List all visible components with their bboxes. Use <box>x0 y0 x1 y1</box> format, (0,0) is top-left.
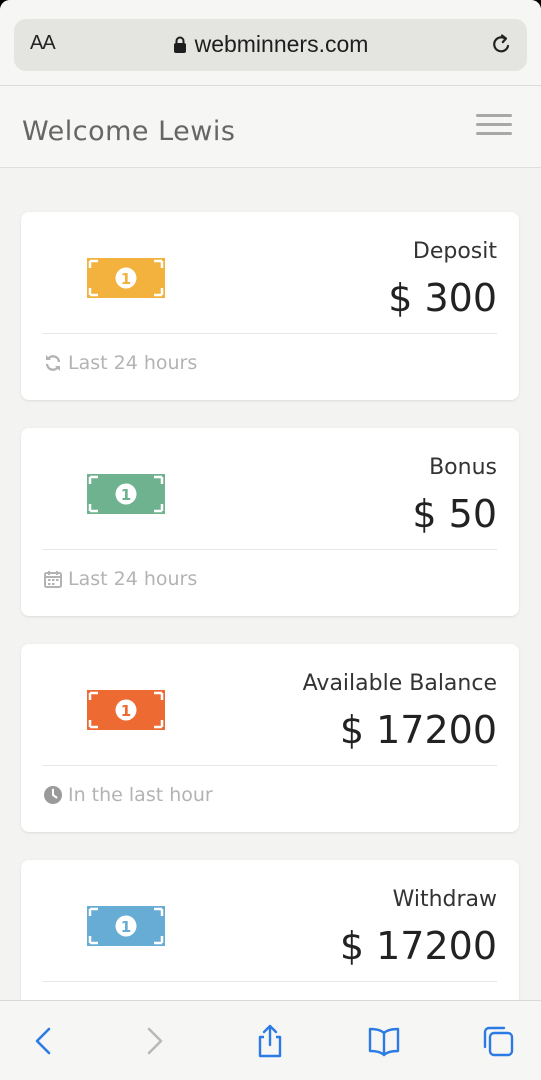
divider <box>43 333 497 334</box>
available-balance-card: 1 Available Balance $ 17200 In the last … <box>21 644 519 832</box>
money-bill-icon: 1 <box>87 474 165 514</box>
svg-text:1: 1 <box>121 270 131 288</box>
card-footer: Last 24 hours <box>43 568 197 590</box>
bonus-card: 1 Bonus $ 50 Last 24 hours <box>21 428 519 616</box>
divider <box>43 981 497 982</box>
footer-text: In the last hour <box>68 784 213 806</box>
browser-screen: AA webminners.com Welcome Lewis 1 Deposi… <box>0 0 541 1080</box>
menu-icon[interactable] <box>476 114 512 136</box>
svg-text:1: 1 <box>121 486 131 504</box>
svg-text:1: 1 <box>121 702 131 720</box>
forward-icon[interactable] <box>136 1023 172 1059</box>
card-value: $ 17200 <box>339 708 497 752</box>
url-text: webminners.com <box>194 31 369 57</box>
card-label: Withdraw <box>392 887 497 912</box>
money-bill-icon: 1 <box>87 906 165 946</box>
svg-text:1: 1 <box>121 918 131 936</box>
money-bill-icon: 1 <box>87 258 165 298</box>
share-icon[interactable] <box>252 1023 288 1059</box>
welcome-title: Welcome Lewis <box>22 116 236 147</box>
divider <box>43 765 497 766</box>
card-label: Deposit <box>412 239 497 264</box>
card-footer: In the last hour <box>43 784 213 806</box>
refresh-icon <box>43 353 63 373</box>
card-label: Bonus <box>429 455 497 480</box>
bookmarks-icon[interactable] <box>366 1023 402 1059</box>
browser-address-area: AA webminners.com <box>0 0 541 86</box>
card-value: $ 50 <box>412 492 497 536</box>
footer-text: Last 24 hours <box>68 568 198 590</box>
card-value: $ 300 <box>388 276 497 320</box>
footer-text: Last 24 hours <box>68 352 198 374</box>
lock-icon <box>173 33 187 60</box>
card-label: Available Balance <box>302 671 497 696</box>
tabs-icon[interactable] <box>480 1023 516 1059</box>
url-bar[interactable]: AA webminners.com <box>14 19 527 71</box>
card-value: $ 17200 <box>339 924 497 968</box>
url-display[interactable]: webminners.com <box>14 31 527 60</box>
back-icon[interactable] <box>26 1023 62 1059</box>
reload-icon[interactable] <box>487 31 515 59</box>
calendar-icon <box>43 569 63 589</box>
card-footer: Last 24 hours <box>43 352 197 374</box>
divider <box>43 549 497 550</box>
site-header: Welcome Lewis <box>0 86 541 168</box>
browser-toolbar <box>0 1000 541 1080</box>
clock-icon <box>43 785 63 805</box>
money-bill-icon: 1 <box>87 690 165 730</box>
deposit-card: 1 Deposit $ 300 Last 24 hours <box>21 212 519 400</box>
